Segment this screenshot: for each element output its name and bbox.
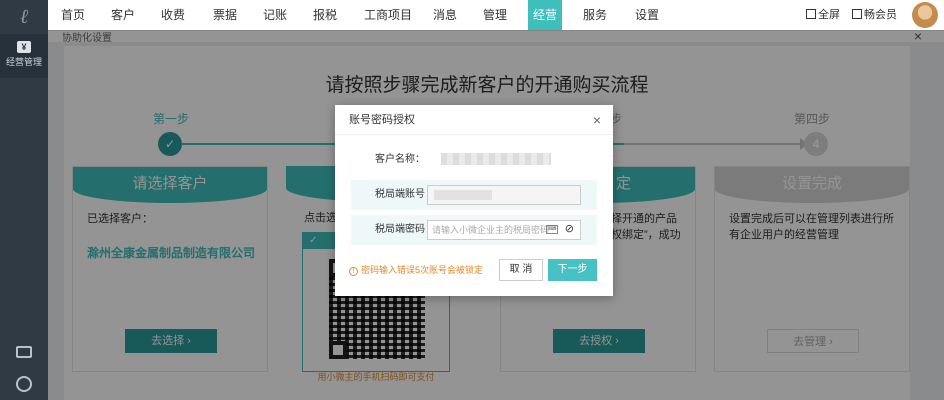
nav-operations[interactable]: 经营 <box>528 0 562 30</box>
warning-text: 密码输入错误5次账号会被锁定 <box>361 265 484 275</box>
account-auth-dialog: 账号密码授权 × 客户名称： 税局端账号 税局端密码 请输入小微企业主的税局密码… <box>335 105 613 296</box>
headset-icon[interactable] <box>16 376 32 392</box>
nav-services[interactable]: 服务 <box>578 0 612 30</box>
tax-password-row: 税局端密码 请输入小微企业主的税局密码 ⌨ ⊘ <box>351 215 597 245</box>
account-value <box>434 190 492 200</box>
nav-messages[interactable]: 消息 <box>428 0 462 30</box>
member-label: 畅会员 <box>864 9 897 21</box>
nav-tax[interactable]: 报税 <box>308 0 342 30</box>
nav-settings[interactable]: 设置 <box>630 0 664 30</box>
customer-name-row: 客户名称： <box>351 145 597 175</box>
nav-management[interactable]: 管理 <box>478 0 512 30</box>
tax-account-input[interactable] <box>427 185 581 205</box>
tax-password-input[interactable]: 请输入小微企业主的税局密码 ⌨ ⊘ <box>427 220 581 240</box>
fullscreen-label: 全屏 <box>818 9 840 21</box>
close-icon[interactable]: × <box>593 105 601 135</box>
sidebar: ℓ ¥ 经营管理 <box>0 0 48 400</box>
lock-warning: ! 密码输入错误5次账号会被锁定 <box>349 263 483 276</box>
customer-name-label: 客户名称： <box>375 154 425 165</box>
cancel-button[interactable]: 取 消 <box>499 259 543 281</box>
member-icon <box>852 9 862 19</box>
monitor-icon[interactable] <box>16 346 32 358</box>
nav-bookkeeping[interactable]: 记账 <box>258 0 292 30</box>
sidebar-item-business-management[interactable]: ¥ 经营管理 <box>0 34 48 78</box>
app-logo: ℓ <box>19 4 29 28</box>
top-nav: 首页 客户 收费 票据 记账 报税 工商项目 消息 管理 经营 服务 设置 全屏… <box>48 0 944 30</box>
avatar[interactable] <box>912 2 938 28</box>
tax-account-row: 税局端账号 <box>351 180 597 210</box>
eye-off-icon[interactable]: ⊘ <box>565 222 574 235</box>
dialog-header: 账号密码授权 × <box>335 105 613 135</box>
nav-charges[interactable]: 收费 <box>156 0 190 30</box>
password-placeholder: 请输入小微企业主的税局密码 <box>432 225 550 235</box>
sidebar-item-label: 经营管理 <box>5 57 42 67</box>
yen-icon: ¥ <box>17 41 31 53</box>
tax-password-label: 税局端密码 <box>375 224 425 235</box>
nav-business-projects[interactable]: 工商项目 <box>358 0 418 30</box>
fullscreen-button[interactable]: 全屏 <box>806 0 840 30</box>
tax-account-label: 税局端账号 <box>375 189 425 200</box>
nav-home[interactable]: 首页 <box>56 0 90 30</box>
dialog-title: 账号密码授权 <box>349 114 415 126</box>
customer-name-value <box>441 153 551 165</box>
nav-customers[interactable]: 客户 <box>106 0 140 30</box>
next-button[interactable]: 下一步 <box>548 259 597 281</box>
info-icon: ! <box>349 267 358 276</box>
fullscreen-icon <box>806 9 816 19</box>
keyboard-icon[interactable]: ⌨ <box>546 225 558 234</box>
member-button[interactable]: 畅会员 <box>852 0 897 30</box>
nav-receipts[interactable]: 票据 <box>208 0 242 30</box>
